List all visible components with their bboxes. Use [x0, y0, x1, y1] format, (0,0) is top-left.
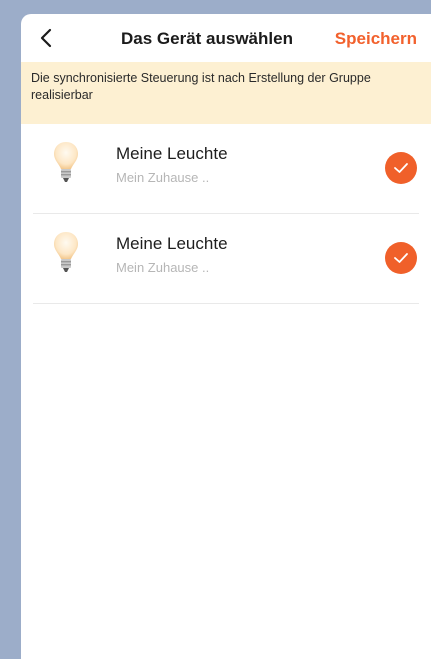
selected-checkbox[interactable] [385, 152, 417, 184]
checkmark-icon [394, 253, 408, 263]
chevron-left-icon [40, 28, 52, 48]
device-name: Meine Leuchte [116, 144, 228, 163]
device-selection-screen: Das Gerät auswählen Speichern Die synchr… [21, 14, 431, 659]
device-list: Meine Leuchte Mein Zuhause .. Meine Leuc… [21, 124, 431, 304]
device-location: Mein Zuhause .. [116, 170, 210, 185]
checkmark-icon [394, 163, 408, 173]
save-button[interactable]: Speichern [335, 29, 417, 49]
device-location: Mein Zuhause .. [116, 260, 210, 275]
info-notice-banner: Die synchronisierte Steuerung ist nach E… [21, 62, 431, 124]
light-bulb-icon [54, 142, 78, 182]
navigation-bar: Das Gerät auswählen Speichern [21, 14, 431, 62]
device-list-item[interactable]: Meine Leuchte Mein Zuhause .. [21, 214, 431, 304]
device-list-item[interactable]: Meine Leuchte Mein Zuhause .. [21, 124, 431, 214]
back-button[interactable] [31, 23, 61, 53]
divider [33, 303, 419, 304]
notice-text: Die synchronisierte Steuerung ist nach E… [31, 71, 371, 102]
light-bulb-icon [54, 232, 78, 272]
device-name: Meine Leuchte [116, 234, 228, 253]
page-title: Das Gerät auswählen [121, 29, 293, 48]
selected-checkbox[interactable] [385, 242, 417, 274]
